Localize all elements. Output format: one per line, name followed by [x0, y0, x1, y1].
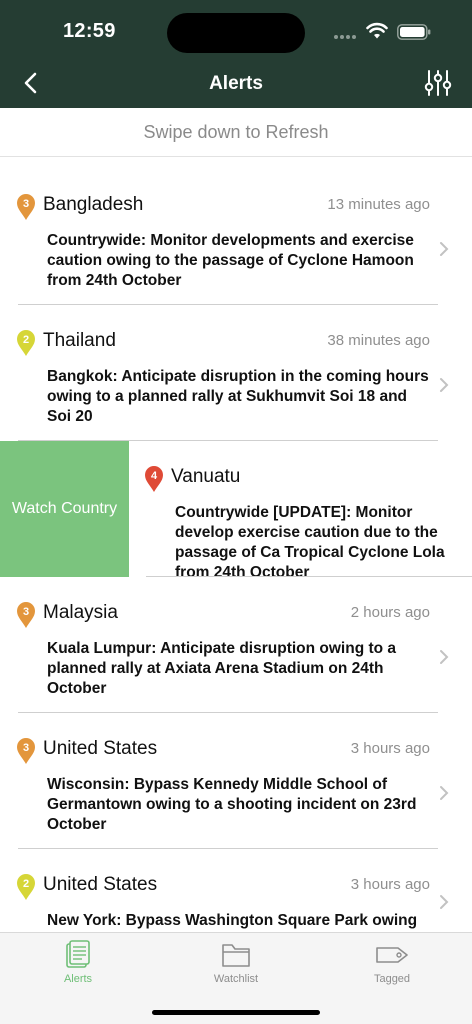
alert-description: New York: Bypass Washington Square Park … — [47, 912, 418, 929]
alert-row[interactable]: 2 Thailand 38 minutes ago Bangkok: Antic… — [0, 305, 472, 441]
alert-description: Countrywide [UPDATE]: Monitor develop ex… — [175, 504, 445, 577]
alert-country: Thailand — [43, 330, 116, 351]
alert-level: 3 — [23, 742, 29, 754]
alert-time: 3 hours ago — [350, 740, 430, 757]
nav-header: 12:59 Alerts — [0, 0, 472, 108]
chevron-right-icon — [440, 650, 449, 664]
status-time: 12:59 — [63, 20, 116, 42]
alert-row-swiped[interactable]: Watch Country 4 Vanuatu Countrywide [UPD… — [0, 441, 472, 577]
alert-row[interactable]: 3 United States 3 hours ago Wisconsin: B… — [0, 713, 472, 849]
alert-time: 13 minutes ago — [327, 196, 430, 213]
alert-level: 4 — [151, 470, 158, 482]
alert-description: Kuala Lumpur: Anticipate disruption owin… — [47, 640, 397, 697]
alert-time: 2 hours ago — [350, 604, 430, 621]
tab-watchlist-label: Watchlist — [213, 973, 259, 985]
refresh-hint: Swipe down to Refresh — [0, 108, 472, 157]
alert-level-pin-icon: 3 — [17, 738, 35, 764]
page-title: Alerts — [209, 73, 263, 94]
alert-description: Countrywide: Monitor developments and ex… — [47, 232, 414, 289]
alert-country: Malaysia — [43, 602, 118, 623]
alert-level: 2 — [23, 878, 29, 890]
alert-time: 38 minutes ago — [327, 332, 430, 349]
alerts-list: 3 Bangladesh 13 minutes ago Countrywide:… — [0, 157, 472, 932]
alert-level: 3 — [23, 606, 29, 618]
tab-watchlist[interactable]: Watchlist — [176, 939, 296, 985]
battery-icon — [397, 24, 431, 40]
alert-time: 3 hours ago — [350, 876, 430, 893]
alert-level: 2 — [23, 334, 29, 346]
alert-country: Vanuatu — [171, 466, 241, 487]
chevron-right-icon — [440, 786, 449, 800]
cellular-signal-icon — [334, 35, 356, 39]
tab-alerts[interactable]: Alerts — [18, 939, 138, 985]
alert-row[interactable]: 3 Malaysia 2 hours ago Kuala Lumpur: Ant… — [0, 577, 472, 713]
tab-tagged-label: Tagged — [373, 973, 411, 985]
alert-level-pin-icon: 3 — [17, 194, 35, 220]
alert-level-pin-icon: 2 — [17, 330, 35, 356]
watchlist-folder-icon — [222, 944, 250, 967]
home-indicator — [152, 1010, 320, 1015]
alert-level-pin-icon: 2 — [17, 874, 35, 900]
chevron-right-icon — [440, 895, 449, 909]
chevron-right-icon — [440, 242, 449, 256]
tab-tagged[interactable]: Tagged — [332, 939, 452, 985]
alert-description: Wisconsin: Bypass Kennedy Middle School … — [47, 776, 417, 833]
alert-country: Bangladesh — [43, 194, 144, 215]
tag-icon — [376, 947, 408, 963]
alert-row[interactable]: 2 United States 3 hours ago New York: By… — [0, 849, 472, 932]
dynamic-island — [167, 13, 305, 53]
alert-description: Bangkok: Anticipate disruption in the co… — [47, 368, 429, 425]
watch-country-button[interactable]: Watch Country — [0, 441, 129, 577]
alert-level: 3 — [23, 198, 29, 210]
alert-country: United States — [43, 874, 158, 895]
wifi-icon — [366, 22, 388, 39]
alert-level-pin-icon: 3 — [17, 602, 35, 628]
tab-alerts-label: Alerts — [63, 973, 93, 985]
alert-country: United States — [43, 738, 158, 759]
alert-level-pin-icon: 4 — [145, 466, 163, 492]
alert-row[interactable]: 3 Bangladesh 13 minutes ago Countrywide:… — [0, 169, 472, 305]
chevron-right-icon — [440, 378, 449, 392]
filter-sliders-icon[interactable] — [424, 68, 452, 98]
alerts-document-icon — [66, 940, 90, 968]
